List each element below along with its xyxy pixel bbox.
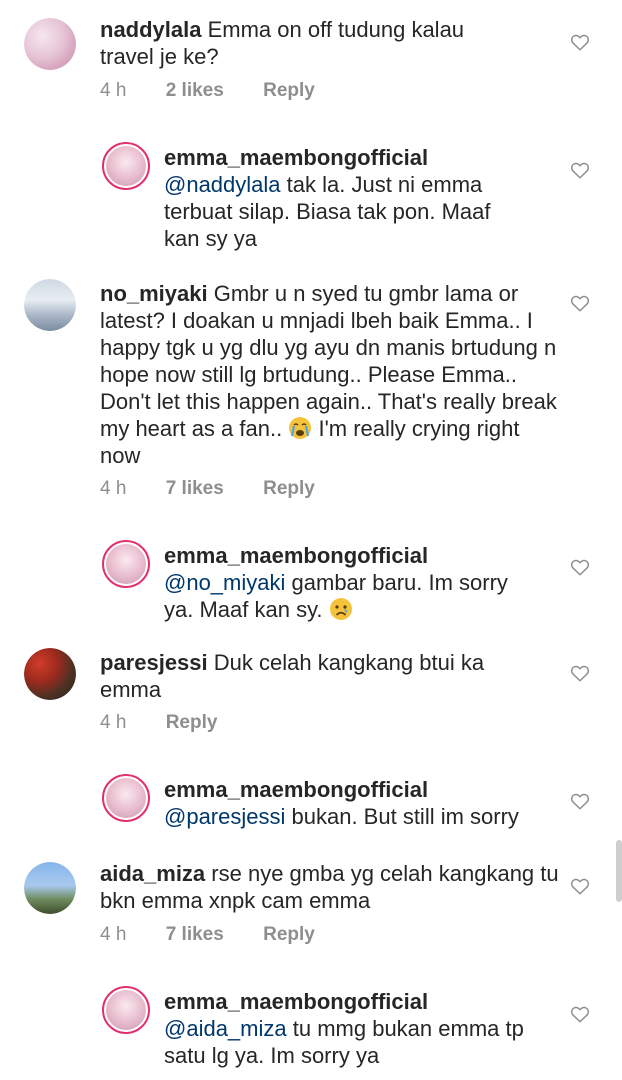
reply-button[interactable]: Reply: [263, 478, 315, 499]
scrollbar-thumb[interactable]: [616, 840, 622, 902]
comment-username[interactable]: emma_maembongofficial: [164, 777, 428, 802]
comment-time: 4 h: [100, 478, 127, 499]
heart-icon[interactable]: [570, 33, 590, 51]
comment-meta: 4 h Reply: [100, 712, 251, 734]
reply-button[interactable]: Reply: [263, 80, 315, 101]
comment-likes[interactable]: 7 likes: [166, 924, 224, 945]
comment-username[interactable]: emma_maembongofficial: [164, 989, 428, 1014]
heart-icon[interactable]: [570, 877, 590, 895]
comments-list: naddylala Emma on off tudung kalau trave…: [0, 0, 622, 1080]
avatar[interactable]: [24, 18, 76, 70]
heart-icon[interactable]: [570, 664, 590, 682]
crying-face-icon: [289, 417, 312, 439]
avatar[interactable]: [24, 862, 76, 914]
heart-icon[interactable]: [570, 294, 590, 312]
comment-likes[interactable]: 2 likes: [166, 80, 224, 101]
comment-time: 4 h: [100, 712, 127, 733]
comment-text: bukan. But still im sorry: [291, 804, 519, 829]
comment-username[interactable]: no_miyaki: [100, 281, 208, 306]
mention-link[interactable]: @naddylala: [164, 172, 281, 197]
comment-username[interactable]: emma_maembongofficial: [164, 145, 428, 170]
avatar[interactable]: [102, 986, 150, 1034]
comment-time: 4 h: [100, 80, 127, 101]
reply-button[interactable]: Reply: [263, 924, 315, 945]
comment-username[interactable]: emma_maembongofficial: [164, 543, 428, 568]
avatar[interactable]: [102, 774, 150, 822]
comment-meta: 4 h 2 likes Reply: [100, 80, 349, 102]
reply-button[interactable]: Reply: [166, 712, 218, 733]
comment-username[interactable]: aida_miza: [100, 861, 205, 886]
mention-link[interactable]: @paresjessi: [164, 804, 285, 829]
heart-icon[interactable]: [570, 792, 590, 810]
sad-face-icon: [329, 598, 352, 620]
comment-likes[interactable]: 7 likes: [166, 478, 224, 499]
avatar[interactable]: [24, 648, 76, 700]
avatar[interactable]: [24, 279, 76, 331]
heart-icon[interactable]: [570, 558, 590, 576]
heart-icon[interactable]: [570, 1005, 590, 1023]
mention-link[interactable]: @aida_miza: [164, 1016, 287, 1041]
mention-link[interactable]: @no_miyaki: [164, 570, 285, 595]
avatar[interactable]: [102, 142, 150, 190]
comment-meta: 4 h 7 likes Reply: [100, 478, 349, 500]
heart-icon[interactable]: [570, 161, 590, 179]
comment-time: 4 h: [100, 924, 127, 945]
comment-meta: 4 h 7 likes Reply: [100, 924, 349, 946]
comment-username[interactable]: paresjessi: [100, 650, 208, 675]
comment-username[interactable]: naddylala: [100, 17, 201, 42]
avatar[interactable]: [102, 540, 150, 588]
